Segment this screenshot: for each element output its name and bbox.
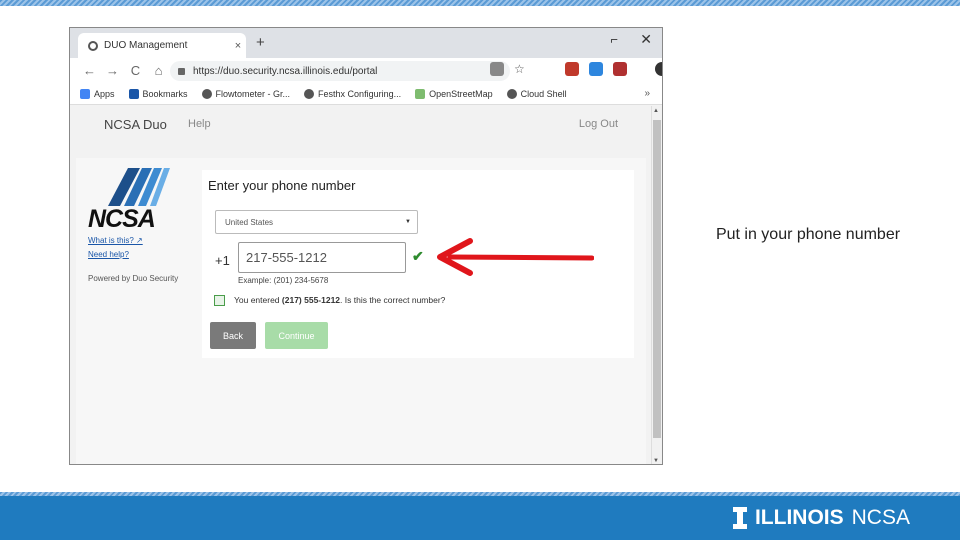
vertical-scrollbar[interactable]: ▲ ▼	[651, 106, 662, 464]
illinois-ncsa-logo: ILLINOIS NCSA	[732, 506, 910, 530]
lock-icon	[178, 67, 185, 75]
ublock-icon[interactable]	[564, 62, 579, 76]
bookmark-item-2[interactable]: Flowtometer - Gr...	[201, 88, 291, 99]
translate-icon[interactable]	[490, 62, 504, 76]
new-tab-button[interactable]: +	[256, 34, 265, 51]
page-viewport: NCSA Duo Help Log Out NCSA What is this?…	[70, 106, 652, 464]
back-button[interactable]: Back	[210, 322, 256, 349]
enter-phone-title: Enter your phone number	[208, 178, 356, 193]
window-minimize-icon[interactable]: ⌐	[610, 32, 618, 47]
tab-duo-management[interactable]: DUO Management ×	[78, 33, 246, 58]
scroll-thumb[interactable]	[653, 120, 661, 438]
browser-toolbar: ← → C ⌂ https://duo.security.ncsa.illino…	[70, 58, 662, 83]
country-select[interactable]: United States ▼	[215, 210, 418, 234]
window-close-icon[interactable]: ✕	[640, 31, 652, 48]
powered-by-text: Powered by Duo Security	[88, 274, 179, 283]
bookmark-item-5[interactable]: Cloud Shell	[506, 88, 567, 99]
bookmark-label: Festhx Configuring...	[318, 88, 402, 99]
duo-left-panel: NCSA What is this? ↗ Need help? Powered …	[76, 158, 202, 464]
need-help-link[interactable]: Need help?	[88, 250, 129, 259]
bookmarks-bar: Apps Bookmarks Flowtometer - Gr... Festhx C…	[70, 83, 662, 105]
confirm-number-label: You entered (217) 555-1212. Is this the …	[234, 295, 445, 305]
back-arrow-icon[interactable]: ←	[78, 63, 101, 78]
phone-number-input[interactable]: 217-555-1212	[238, 242, 406, 273]
what-is-this-link[interactable]: What is this? ↗	[88, 236, 143, 245]
bookmark-item-0[interactable]: Apps	[80, 88, 115, 99]
dropdown-caret-icon: ▼	[405, 219, 411, 225]
reload-icon[interactable]: C	[124, 63, 147, 78]
bookmark-star-icon[interactable]: ☆	[514, 62, 525, 76]
footer-logo-sub: NCSA	[851, 506, 910, 529]
slide-footer: ILLINOIS NCSA	[0, 496, 960, 540]
extensions-area: ☆ ⋮	[490, 62, 662, 76]
bookmark-item-1[interactable]: Bookmarks	[128, 88, 188, 99]
confirm-suffix: . Is this the correct number?	[340, 295, 446, 305]
slide-caption: Put in your phone number	[715, 226, 901, 243]
duo-frame: NCSA What is this? ↗ Need help? Powered …	[76, 158, 646, 464]
gear-icon	[506, 88, 517, 99]
extension-red-badge-icon[interactable]	[612, 62, 627, 76]
bookmark-label: Cloud Shell	[520, 88, 567, 99]
extension-blue-icon[interactable]	[588, 62, 603, 76]
footer-logo-main: ILLINOIS	[754, 506, 844, 529]
continue-button[interactable]: Continue	[265, 322, 328, 349]
bookmarks-more-icon[interactable]: »	[644, 88, 650, 99]
address-bar[interactable]: https://duo.security.ncsa.illinois.edu/p…	[170, 61, 510, 81]
confirm-number: (217) 555-1212	[281, 295, 341, 305]
confirm-prefix: You entered	[234, 295, 282, 305]
ncsa-logo: NCSA	[88, 168, 180, 234]
country-code-prefix: +1	[215, 253, 230, 268]
scroll-down-icon[interactable]: ▼	[653, 458, 659, 464]
confirm-number-checkbox[interactable]	[214, 295, 225, 306]
globe-icon	[201, 88, 212, 99]
valid-checkmark-icon: ✔	[412, 248, 424, 264]
bookmark-label: Bookmarks	[142, 88, 188, 99]
tab-close-icon[interactable]: ×	[230, 40, 246, 52]
apps-grid-icon	[80, 88, 90, 99]
bookmark-label: Flowtometer - Gr...	[215, 88, 291, 99]
map-icon	[415, 88, 426, 99]
block-i-icon	[732, 507, 747, 529]
url-text: https://duo.security.ncsa.illinois.edu/p…	[193, 65, 378, 77]
ncsa-logo-text: NCSA	[88, 205, 156, 233]
site-header: NCSA Duo Help Log Out	[70, 106, 652, 142]
globe-icon	[304, 88, 315, 99]
bookmark-label: Apps	[94, 88, 115, 99]
ncsa-stripes-icon	[108, 168, 170, 206]
help-link[interactable]: Help	[188, 118, 211, 130]
star-icon	[128, 88, 139, 99]
bookmark-item-4[interactable]: OpenStreetMap	[415, 88, 493, 99]
scroll-up-icon[interactable]: ▲	[653, 108, 659, 114]
tab-bar: DUO Management × + ⌐ ✕	[70, 28, 662, 58]
tab-title: DUO Management	[104, 40, 188, 51]
bookmark-item-3[interactable]: Festhx Configuring...	[304, 88, 402, 99]
site-brand[interactable]: NCSA Duo	[104, 117, 167, 132]
duo-favicon-icon	[88, 40, 98, 51]
country-value: United States	[225, 217, 274, 227]
red-arrow-icon	[437, 238, 594, 276]
phone-example-text: Example: (201) 234-5678	[238, 276, 329, 285]
forward-arrow-icon[interactable]: →	[101, 63, 124, 78]
top-stripe	[0, 0, 960, 6]
bookmark-label: OpenStreetMap	[429, 88, 493, 99]
profile-avatar-icon[interactable]	[654, 62, 662, 76]
home-icon[interactable]: ⌂	[147, 63, 170, 78]
logout-link[interactable]: Log Out	[579, 118, 618, 130]
